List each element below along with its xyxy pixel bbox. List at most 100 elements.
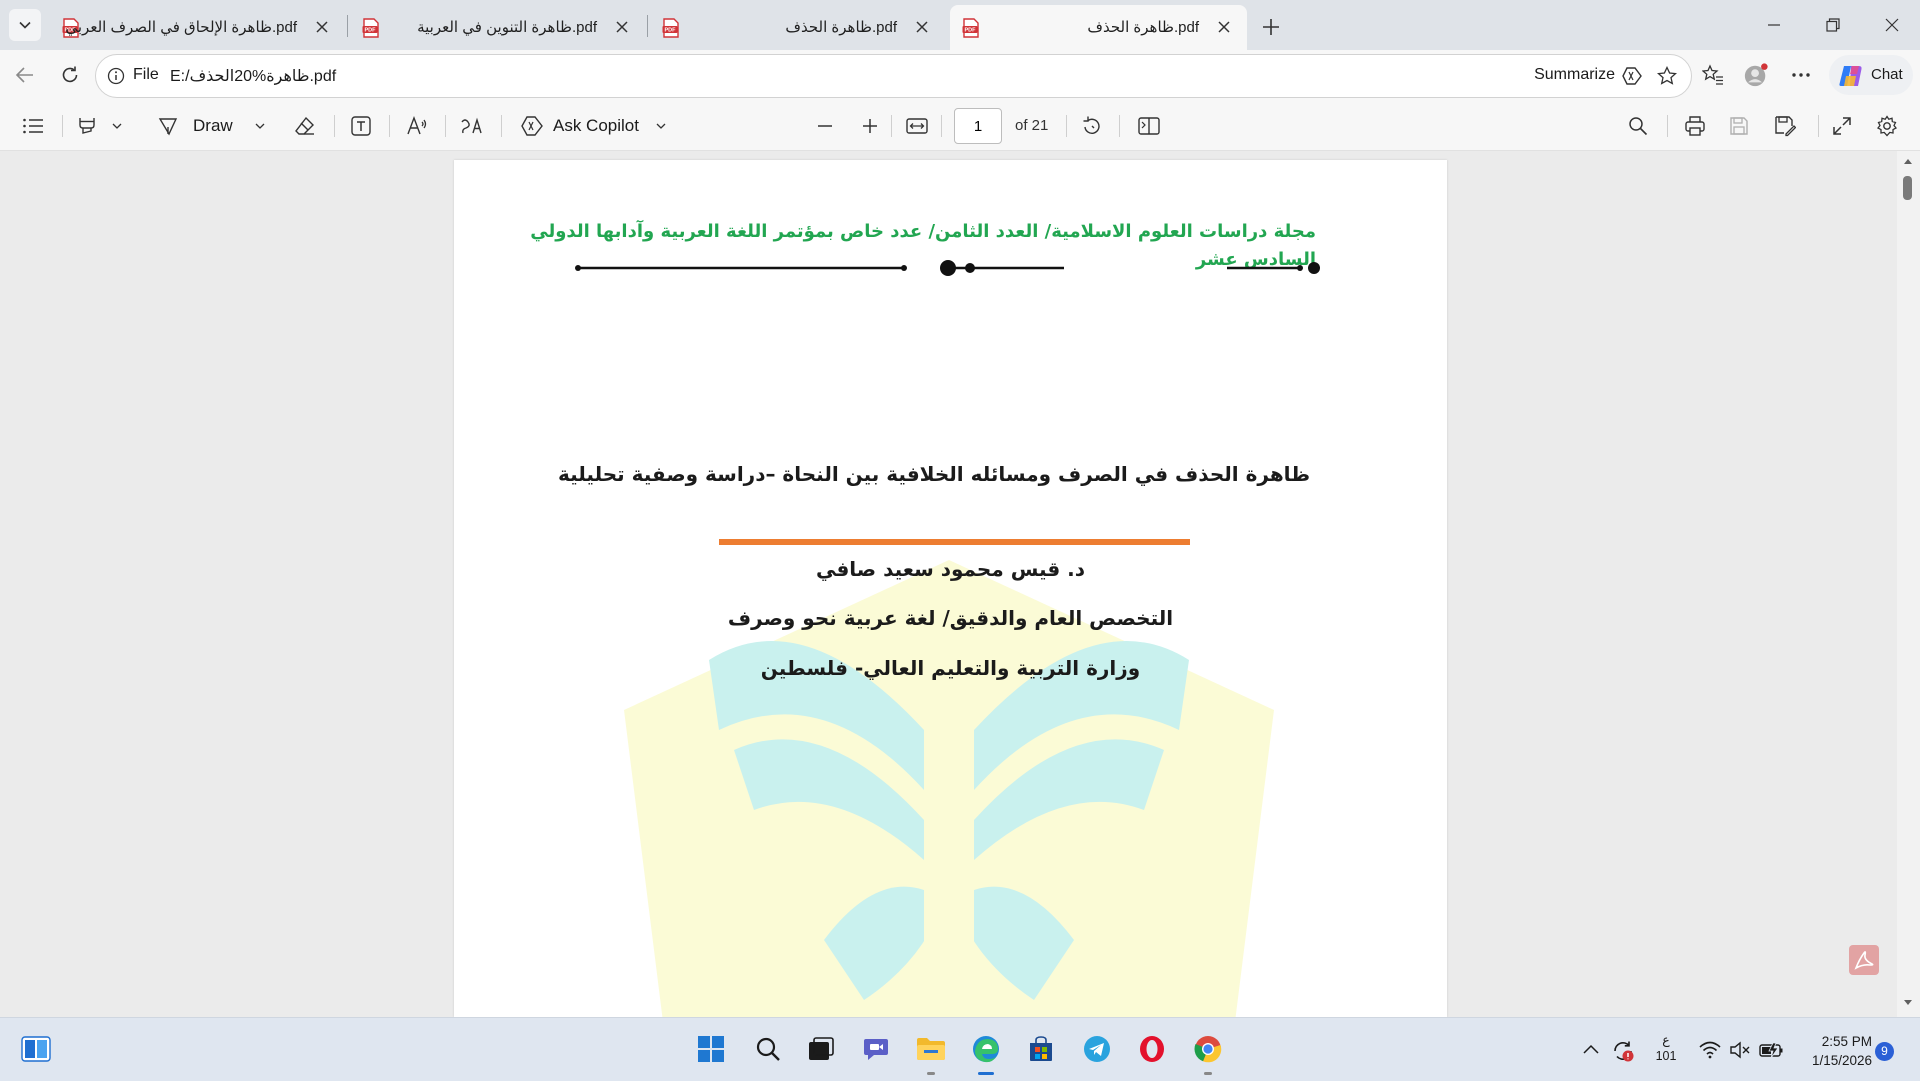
- telegram-button[interactable]: [1079, 1031, 1115, 1067]
- ask-copilot-options-button[interactable]: [655, 113, 667, 139]
- erase-button[interactable]: [294, 113, 316, 139]
- notification-badge[interactable]: 9: [1875, 1042, 1894, 1061]
- highlight-options-button[interactable]: [111, 113, 123, 139]
- fit-to-width-button[interactable]: [905, 113, 929, 139]
- teams-chat-icon: [864, 1039, 888, 1060]
- page-number-input[interactable]: [954, 108, 1002, 144]
- tab-title: ظاهرة التنوين في العربية.pdf: [417, 19, 597, 36]
- contents-button[interactable]: [22, 113, 44, 139]
- fullscreen-button[interactable]: [1832, 113, 1852, 139]
- close-tab-icon[interactable]: [1215, 18, 1233, 36]
- chevron-down-icon: [112, 123, 122, 129]
- search-button[interactable]: [750, 1031, 786, 1067]
- close-tab-icon[interactable]: [613, 18, 631, 36]
- header-divider-line: [575, 260, 1320, 276]
- system-clock[interactable]: 2:55 PM 1/15/2026: [1802, 1032, 1872, 1070]
- print-button[interactable]: [1684, 113, 1706, 139]
- tab-hadhf-active[interactable]: PDF ظاهرة الحذف.pdf: [950, 5, 1247, 50]
- zoom-out-button[interactable]: [817, 113, 833, 139]
- battery-button[interactable]: [1757, 1038, 1787, 1062]
- input-language-indicator[interactable]: ع 101: [1652, 1032, 1680, 1064]
- widgets-button[interactable]: [18, 1031, 54, 1067]
- start-button[interactable]: [693, 1031, 729, 1067]
- save-as-button[interactable]: [1774, 113, 1796, 139]
- volume-button[interactable]: [1727, 1038, 1753, 1062]
- scroll-up-icon[interactable]: [1903, 157, 1913, 165]
- toolbar-divider: [62, 115, 63, 137]
- page-view-button[interactable]: [1137, 113, 1161, 139]
- copilot-outline-icon: [521, 116, 543, 136]
- telegram-icon: [1084, 1036, 1110, 1062]
- pdf-viewer[interactable]: مجلة دراسات العلوم الاسلامية/ العدد الثا…: [0, 151, 1920, 1017]
- zoom-in-button[interactable]: [862, 113, 878, 139]
- chevron-down-icon: [19, 21, 31, 29]
- vertical-scrollbar[interactable]: [1897, 151, 1920, 1017]
- chrome-icon: [1194, 1036, 1222, 1063]
- summarize-button[interactable]: Summarize: [1534, 66, 1615, 84]
- toolbar-divider: [389, 115, 390, 137]
- highlight-button[interactable]: [76, 113, 98, 139]
- favorites-button[interactable]: [1700, 62, 1726, 88]
- sync-tray-button[interactable]: [1610, 1038, 1636, 1064]
- tab-title: ظاهرة الحذف.pdf: [785, 19, 897, 36]
- show-hidden-icons-button[interactable]: [1580, 1038, 1602, 1060]
- copilot-chat-button[interactable]: Chat: [1829, 55, 1913, 95]
- opera-button[interactable]: [1134, 1031, 1170, 1067]
- save-button[interactable]: [1729, 113, 1749, 139]
- teams-button[interactable]: [858, 1031, 894, 1067]
- copilot-summarize-icon[interactable]: [1621, 66, 1643, 86]
- refresh-button[interactable]: [57, 62, 83, 88]
- acrobat-button[interactable]: [1849, 945, 1879, 975]
- profile-button[interactable]: [1743, 62, 1769, 88]
- save-as-icon: [1775, 116, 1796, 137]
- tab-tanween[interactable]: PDF ظاهرة التنوين في العربية.pdf: [350, 5, 645, 50]
- network-button[interactable]: [1697, 1038, 1723, 1062]
- author-name: د. قيس محمود سعيد صافي: [815, 557, 1086, 581]
- close-tab-icon[interactable]: [313, 18, 331, 36]
- tab-ilhaq[interactable]: PDF ظاهرة الإلحاق في الصرف العربي.pdf: [50, 5, 345, 50]
- scroll-down-icon[interactable]: [1903, 999, 1913, 1007]
- battery-charging-icon: [1759, 1042, 1783, 1059]
- page-number-field[interactable]: [955, 109, 1001, 143]
- translate-button[interactable]: [460, 113, 486, 139]
- expand-icon: [1833, 117, 1851, 135]
- close-tab-icon[interactable]: [913, 18, 931, 36]
- ask-copilot-button[interactable]: Ask Copilot: [520, 113, 639, 139]
- tab-actions-menu-button[interactable]: [9, 9, 41, 41]
- restore-button[interactable]: [1818, 12, 1848, 38]
- address-toolbar: File E:/ظاهرة%20الحذف.pdf Summarize Chat: [0, 50, 1920, 101]
- pen-icon: [158, 118, 178, 136]
- close-window-button[interactable]: [1877, 12, 1907, 38]
- edge-button[interactable]: [968, 1031, 1004, 1067]
- author-specialization: التخصص العام والدقيق/ لغة عربية نحو وصرف: [727, 606, 1174, 630]
- scroll-thumb[interactable]: [1903, 176, 1912, 200]
- task-view-button[interactable]: [803, 1031, 839, 1067]
- sync-icon: [1614, 1041, 1634, 1062]
- back-button[interactable]: [12, 62, 38, 88]
- star-icon[interactable]: [1657, 66, 1677, 86]
- refresh-icon: [62, 66, 78, 83]
- minimize-button[interactable]: [1759, 12, 1789, 38]
- tab-divider: [347, 15, 348, 37]
- url-text[interactable]: E:/ظاهرة%20الحذف.pdf: [170, 66, 336, 86]
- page-total-label: of 21: [1015, 117, 1049, 134]
- pdf-settings-button[interactable]: [1876, 113, 1898, 139]
- arrow-left-icon: [15, 67, 33, 83]
- pdf-file-icon: PDF: [662, 18, 679, 38]
- volume-muted-icon: [1730, 1041, 1750, 1059]
- read-aloud-button[interactable]: [406, 113, 428, 139]
- rotate-button[interactable]: [1081, 113, 1103, 139]
- chrome-button[interactable]: [1190, 1031, 1226, 1067]
- settings-more-button[interactable]: [1788, 62, 1814, 88]
- address-bar[interactable]: File E:/ظاهرة%20الحذف.pdf Summarize: [95, 54, 1692, 98]
- new-tab-button[interactable]: [1257, 13, 1285, 41]
- store-button[interactable]: [1023, 1031, 1059, 1067]
- svg-text:PDF: PDF: [665, 28, 677, 34]
- add-text-button[interactable]: [350, 113, 372, 139]
- file-explorer-button[interactable]: [913, 1031, 949, 1067]
- find-button[interactable]: [1628, 113, 1648, 139]
- draw-button[interactable]: Draw: [157, 113, 233, 139]
- info-icon[interactable]: [107, 67, 125, 85]
- tab-hadhf-1[interactable]: PDF ظاهرة الحذف.pdf: [650, 5, 945, 50]
- draw-options-button[interactable]: [254, 113, 266, 139]
